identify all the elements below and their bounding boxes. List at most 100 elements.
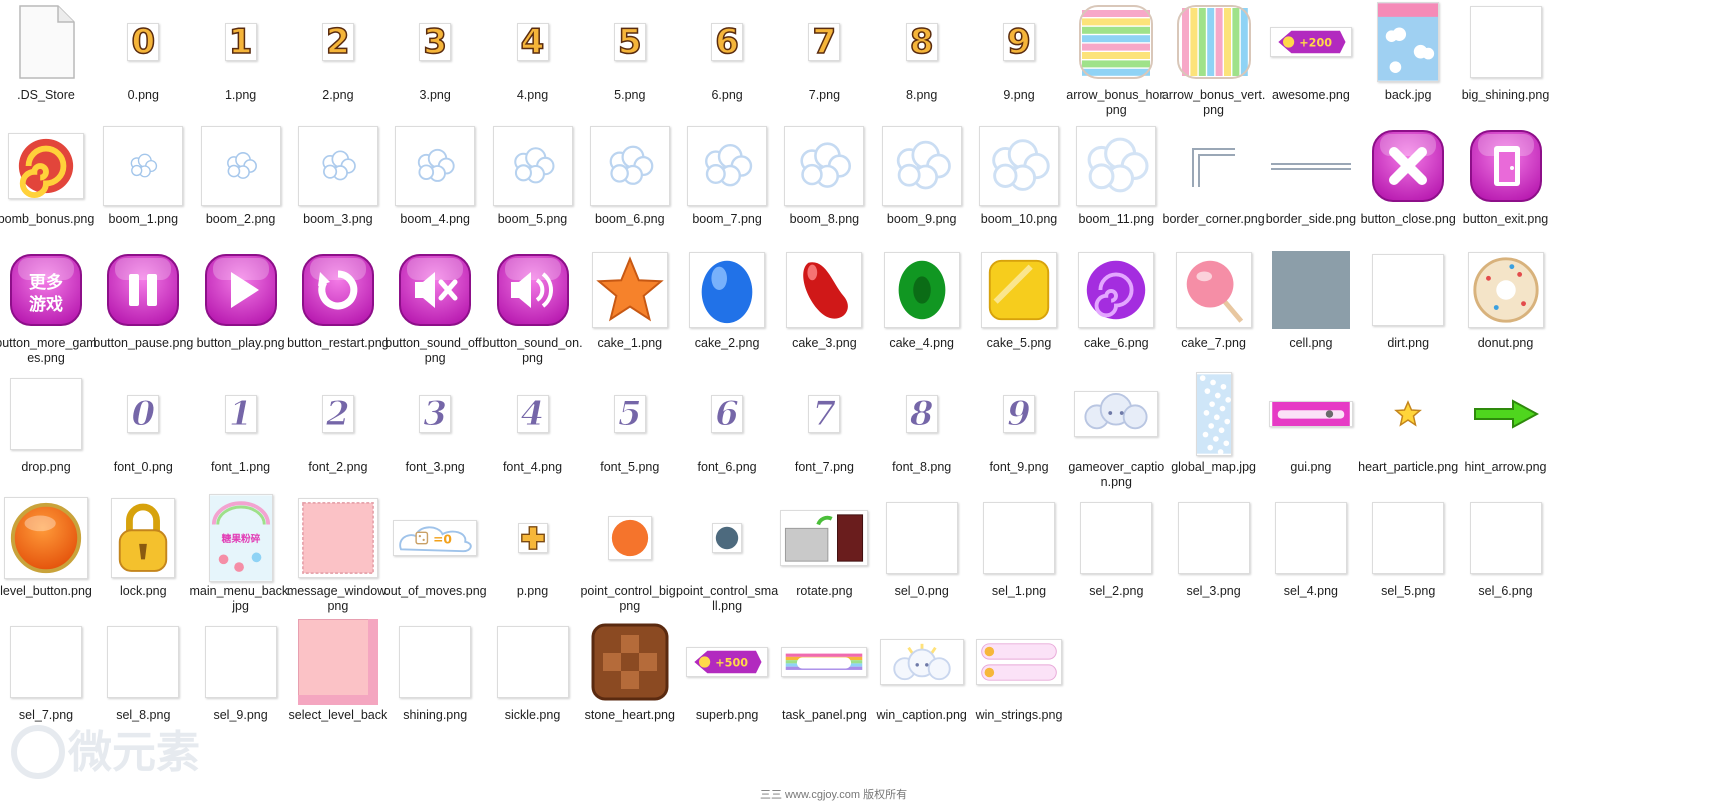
- file-item[interactable]: rotate.png: [771, 492, 877, 599]
- file-name-label: font_2.png: [308, 460, 368, 474]
- file-item[interactable]: 5 font_5.png: [577, 368, 683, 475]
- file-item[interactable]: cake_1.png: [577, 244, 683, 351]
- file-item[interactable]: stone_heart.png: [577, 616, 683, 723]
- file-item[interactable]: back.jpg: [1355, 0, 1461, 103]
- digit-8-icon: 8: [905, 23, 938, 61]
- file-item[interactable]: sel_1.png: [966, 492, 1072, 599]
- file-item[interactable]: big_shining.png: [1453, 0, 1559, 103]
- file-item[interactable]: win_strings.png: [966, 616, 1072, 723]
- file-item[interactable]: 6 font_6.png: [674, 368, 780, 475]
- file-item[interactable]: 5 5.png: [577, 0, 683, 103]
- file-item[interactable]: sel_9.png: [188, 616, 294, 723]
- file-item[interactable]: sel_7.png: [0, 616, 99, 723]
- file-item[interactable]: arrow_bonus_vert.png: [1161, 0, 1267, 118]
- file-item[interactable]: button_exit.png: [1453, 120, 1559, 227]
- generic-file-icon: [16, 4, 76, 80]
- file-item[interactable]: boom_7.png: [674, 120, 780, 227]
- file-item[interactable]: level_button.png: [0, 492, 99, 599]
- file-item[interactable]: border_corner.png: [1161, 120, 1267, 227]
- file-item[interactable]: sel_4.png: [1258, 492, 1364, 599]
- file-item[interactable]: 8 font_8.png: [869, 368, 975, 475]
- file-item[interactable]: 0 font_0.png: [90, 368, 196, 475]
- file-item[interactable]: cake_3.png: [771, 244, 877, 351]
- file-name-label: rotate.png: [796, 584, 853, 598]
- file-item[interactable]: hint_arrow.png: [1453, 368, 1559, 475]
- file-item[interactable]: donut.png: [1453, 244, 1559, 351]
- file-item[interactable]: =0 out_of_moves.png: [382, 492, 488, 599]
- file-item[interactable]: win_caption.png: [869, 616, 975, 723]
- file-item[interactable]: arrow_bonus_hor.png: [1063, 0, 1169, 118]
- file-item[interactable]: shining.png: [382, 616, 488, 723]
- file-item[interactable]: 7 7.png: [771, 0, 877, 103]
- file-item[interactable]: 糖果粉碎 main_menu_back.jpg: [188, 492, 294, 614]
- file-item[interactable]: task_panel.png: [771, 616, 877, 723]
- file-item[interactable]: 3 font_3.png: [382, 368, 488, 475]
- file-item[interactable]: cake_7.png: [1161, 244, 1267, 351]
- blank-white-icon: [10, 626, 82, 698]
- file-item[interactable]: .DS_Store: [0, 0, 99, 103]
- file-item[interactable]: 4 font_4.png: [480, 368, 586, 475]
- file-item[interactable]: cake_6.png: [1063, 244, 1169, 351]
- file-item[interactable]: boom_2.png: [188, 120, 294, 227]
- file-item[interactable]: 2 font_2.png: [285, 368, 391, 475]
- file-item[interactable]: 4 4.png: [480, 0, 586, 103]
- file-item[interactable]: drop.png: [0, 368, 99, 475]
- file-item[interactable]: boom_3.png: [285, 120, 391, 227]
- file-item[interactable]: sickle.png: [480, 616, 586, 723]
- file-item[interactable]: boom_9.png: [869, 120, 975, 227]
- cloud-burst-icon: [103, 126, 184, 206]
- file-item[interactable]: gameover_caption.png: [1063, 368, 1169, 490]
- file-item[interactable]: point_control_big.png: [577, 492, 683, 614]
- file-item[interactable]: boom_11.png: [1063, 120, 1169, 227]
- global-map-icon: [1195, 372, 1232, 456]
- file-item[interactable]: boom_5.png: [480, 120, 586, 227]
- file-item[interactable]: sel_5.png: [1355, 492, 1461, 599]
- file-item[interactable]: boom_1.png: [90, 120, 196, 227]
- file-item[interactable]: button_play.png: [188, 244, 294, 351]
- file-item[interactable]: sel_6.png: [1453, 492, 1559, 599]
- file-item[interactable]: global_map.jpg: [1161, 368, 1267, 475]
- file-item[interactable]: 9 font_9.png: [966, 368, 1072, 475]
- file-item[interactable]: cell.png: [1258, 244, 1364, 351]
- file-item[interactable]: 0 0.png: [90, 0, 196, 103]
- file-item[interactable]: boom_10.png: [966, 120, 1072, 227]
- file-item[interactable]: border_side.png: [1258, 120, 1364, 227]
- file-item[interactable]: 更多 游戏 button_more_games.png: [0, 244, 99, 366]
- file-item[interactable]: sel_0.png: [869, 492, 975, 599]
- file-item[interactable]: boom_4.png: [382, 120, 488, 227]
- file-item[interactable]: 7 font_7.png: [771, 368, 877, 475]
- file-item[interactable]: boom_6.png: [577, 120, 683, 227]
- file-item[interactable]: boom_8.png: [771, 120, 877, 227]
- file-item[interactable]: p.png: [480, 492, 586, 599]
- file-item[interactable]: 1 1.png: [188, 0, 294, 103]
- file-item[interactable]: bomb_bonus.png: [0, 120, 99, 227]
- file-item[interactable]: heart_particle.png: [1355, 368, 1461, 475]
- file-item[interactable]: sel_8.png: [90, 616, 196, 723]
- file-grid: .DS_Store 0 0.png 1 1.png 2 2.png 3 3.png 4 4.png 5…: [0, 0, 1720, 802]
- file-item[interactable]: 9 9.png: [966, 0, 1072, 103]
- file-item[interactable]: cake_2.png: [674, 244, 780, 351]
- file-item[interactable]: button_sound_off.png: [382, 244, 488, 366]
- file-item[interactable]: button_restart.png: [285, 244, 391, 351]
- file-item[interactable]: button_close.png: [1355, 120, 1461, 227]
- file-item[interactable]: 3 3.png: [382, 0, 488, 103]
- file-item[interactable]: button_sound_on.png: [480, 244, 586, 366]
- file-item[interactable]: dirt.png: [1355, 244, 1461, 351]
- file-item[interactable]: +200 awesome.png: [1258, 0, 1364, 103]
- file-item[interactable]: 6 6.png: [674, 0, 780, 103]
- file-item[interactable]: 2 2.png: [285, 0, 391, 103]
- file-item[interactable]: message_window.png: [285, 492, 391, 614]
- file-item[interactable]: gui.png: [1258, 368, 1364, 475]
- file-item[interactable]: button_pause.png: [90, 244, 196, 351]
- file-item[interactable]: 8 8.png: [869, 0, 975, 103]
- file-item[interactable]: point_control_small.png: [674, 492, 780, 614]
- file-item[interactable]: select_level_back: [285, 616, 391, 723]
- file-item[interactable]: cake_4.png: [869, 244, 975, 351]
- file-item[interactable]: 1 font_1.png: [188, 368, 294, 475]
- file-item[interactable]: sel_2.png: [1063, 492, 1169, 599]
- file-item[interactable]: cake_5.png: [966, 244, 1072, 351]
- file-item[interactable]: lock.png: [90, 492, 196, 599]
- file-name-label: gameover_caption.png: [1068, 460, 1165, 489]
- file-item[interactable]: +500 superb.png: [674, 616, 780, 723]
- file-item[interactable]: sel_3.png: [1161, 492, 1267, 599]
